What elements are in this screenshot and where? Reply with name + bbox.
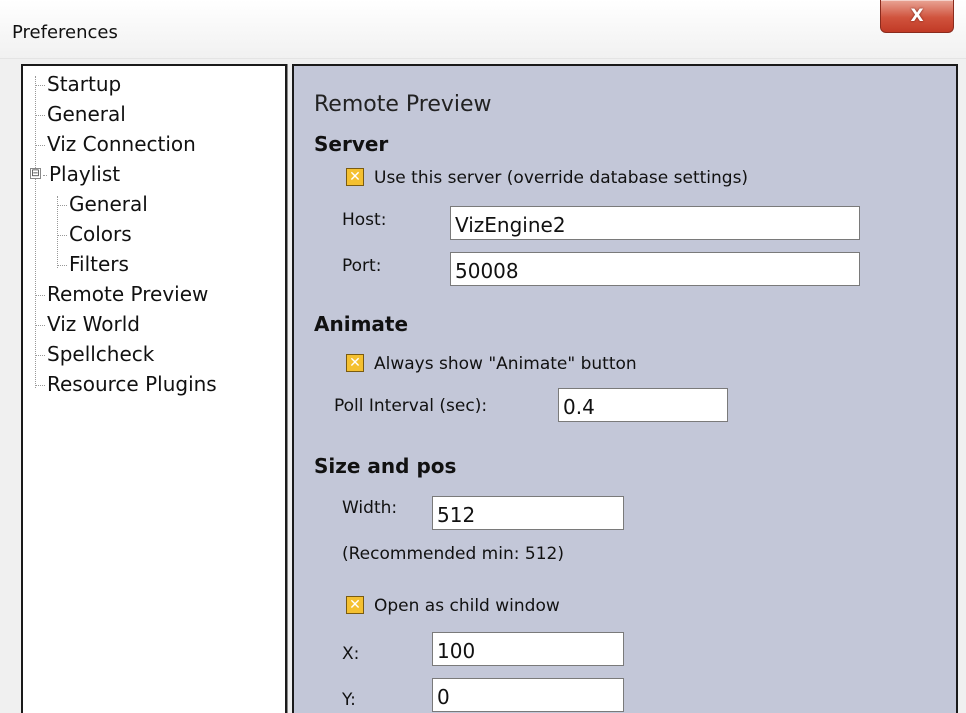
collapse-icon[interactable]: ⊟ bbox=[30, 168, 41, 179]
checked-icon: ✕ bbox=[349, 169, 361, 185]
show-animate-label[interactable]: Always show "Animate" button bbox=[374, 354, 637, 374]
tree-item-resource-plugins[interactable]: Resource Plugins bbox=[35, 372, 217, 396]
tree-item-startup[interactable]: Startup bbox=[35, 72, 121, 96]
x-label: X: bbox=[342, 644, 360, 664]
tree-item-playlist-colors[interactable]: Colors bbox=[57, 222, 132, 246]
tree-item-viz-world[interactable]: Viz World bbox=[35, 312, 140, 336]
y-label: Y: bbox=[342, 690, 356, 710]
tree-item-general[interactable]: General bbox=[35, 102, 126, 126]
recommended-text: (Recommended min: 512) bbox=[342, 544, 564, 564]
host-label: Host: bbox=[342, 210, 387, 230]
y-input[interactable]: 0 bbox=[432, 678, 624, 712]
width-label: Width: bbox=[342, 498, 398, 518]
checked-icon: ✕ bbox=[349, 597, 361, 613]
window-title: Preferences bbox=[12, 22, 118, 43]
use-server-label[interactable]: Use this server (override database setti… bbox=[374, 168, 748, 188]
use-server-checkbox[interactable]: ✕ bbox=[346, 168, 364, 186]
port-label: Port: bbox=[342, 256, 382, 276]
width-input[interactable]: 512 bbox=[432, 496, 624, 530]
preferences-window: Preferences X Startup General Viz Connec… bbox=[0, 0, 966, 713]
tree-item-spellcheck[interactable]: Spellcheck bbox=[35, 342, 154, 366]
host-input[interactable]: VizEngine2 bbox=[450, 206, 860, 240]
x-input[interactable]: 100 bbox=[432, 632, 624, 666]
section-size-heading: Size and pos bbox=[314, 454, 457, 478]
tree-item-remote-preview[interactable]: Remote Preview bbox=[35, 282, 208, 306]
close-button[interactable]: X bbox=[880, 0, 954, 33]
tree-item-playlist-general[interactable]: General bbox=[57, 192, 148, 216]
checked-icon: ✕ bbox=[349, 355, 361, 371]
close-icon: X bbox=[910, 6, 924, 26]
section-animate-heading: Animate bbox=[314, 312, 409, 336]
title-bar[interactable]: Preferences X bbox=[0, 0, 966, 59]
poll-interval-label: Poll Interval (sec): bbox=[334, 396, 488, 416]
page-title: Remote Preview bbox=[314, 92, 492, 117]
child-window-label[interactable]: Open as child window bbox=[374, 596, 560, 616]
tree-item-playlist[interactable]: Playlist bbox=[43, 162, 120, 186]
poll-interval-input[interactable]: 0.4 bbox=[558, 388, 728, 422]
child-window-checkbox[interactable]: ✕ bbox=[346, 596, 364, 614]
show-animate-checkbox[interactable]: ✕ bbox=[346, 354, 364, 372]
preferences-tree[interactable]: Startup General Viz Connection ⊟ Playlis… bbox=[21, 64, 287, 713]
section-server-heading: Server bbox=[314, 132, 389, 156]
tree-item-viz-connection[interactable]: Viz Connection bbox=[35, 132, 196, 156]
tree-item-playlist-filters[interactable]: Filters bbox=[57, 252, 129, 276]
remote-preview-panel: Remote Preview Server ✕ Use this server … bbox=[292, 64, 958, 713]
port-input[interactable]: 50008 bbox=[450, 252, 860, 286]
